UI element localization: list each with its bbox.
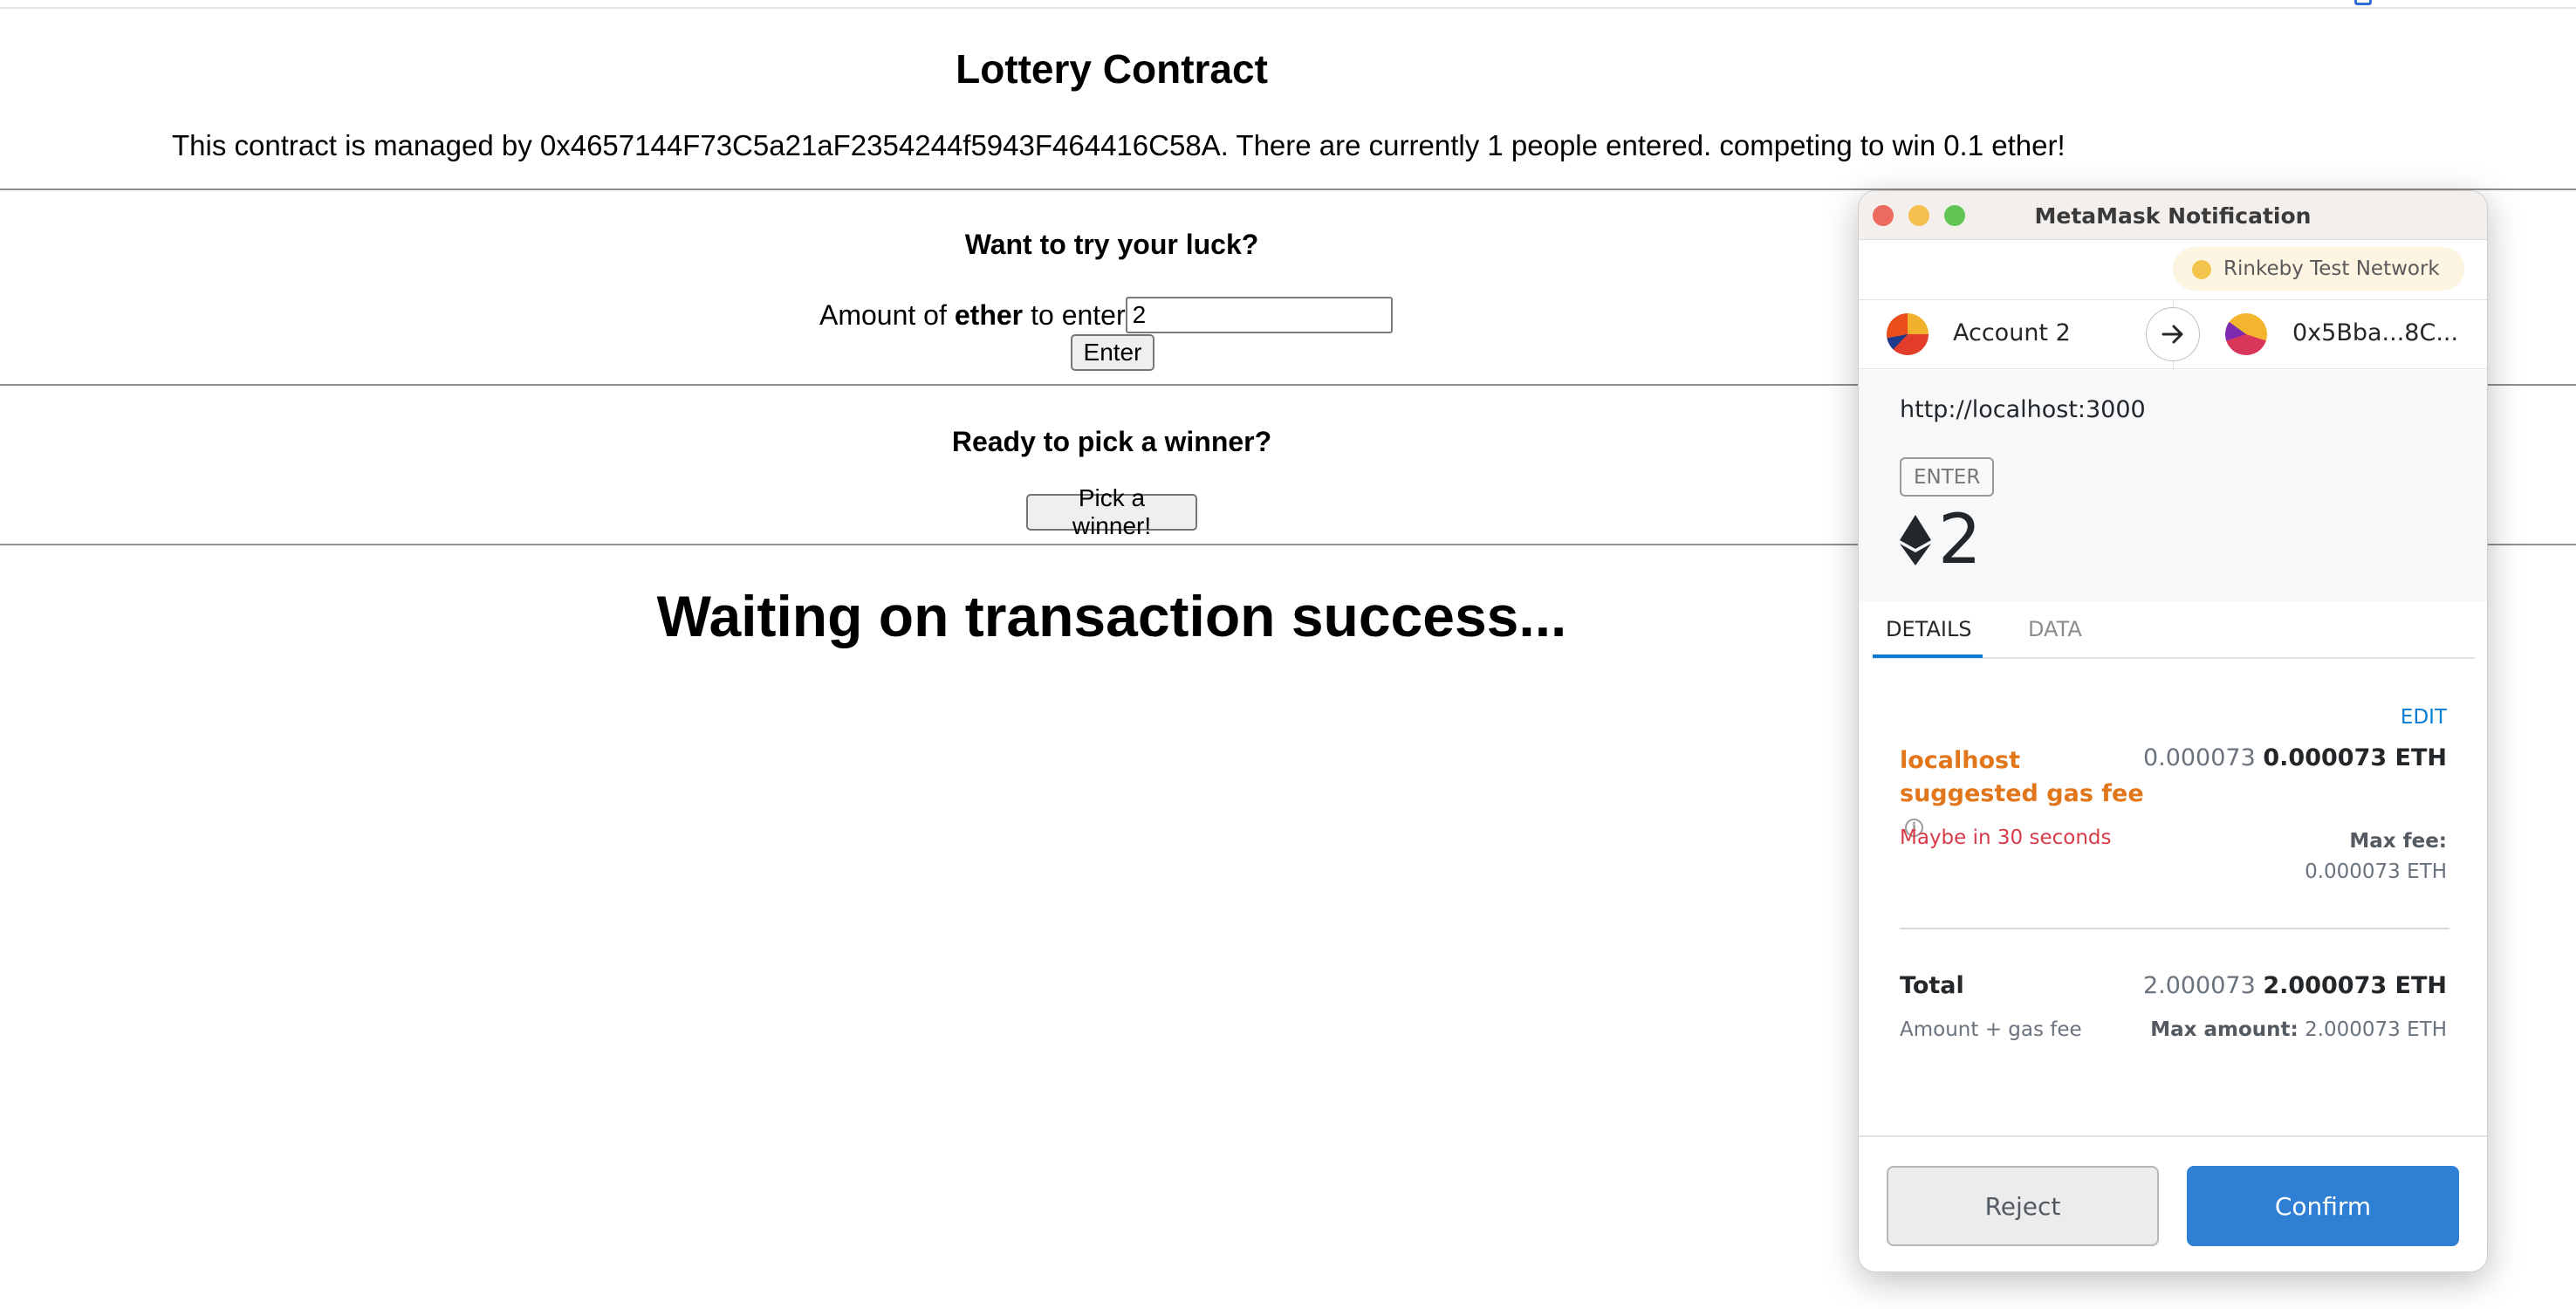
gas-fee-primary: 0.000073 ETH [2263,744,2447,771]
sender-avatar [1887,313,1929,355]
page-title: Lottery Contract [956,46,1268,92]
total-primary: 2.000073 ETH [2263,972,2447,999]
max-fee-value: 0.000073 ETH [2305,860,2447,883]
contract-info-text: This contract is managed by 0x4657144F73… [172,129,2066,161]
transaction-amount: 2 [1900,501,1982,579]
tab-data[interactable]: DATA [2028,617,2082,641]
total-values: 2.000073 2.000073 ETH [2143,972,2447,999]
network-name: Rinkeby Test Network [2223,257,2440,280]
ethereum-icon [1900,515,1931,565]
metamask-notification-window: MetaMask Notification Rinkeby Test Netwo… [1858,190,2488,1272]
method-badge: ENTER [1900,457,1995,497]
enter-button[interactable]: Enter [1071,334,1154,371]
network-indicator[interactable]: Rinkeby Test Network [2173,247,2464,291]
ether-amount-input[interactable] [1125,297,1393,333]
total-label: Total [1900,972,1964,999]
sender-account-name[interactable]: Account 2 [1953,319,2071,346]
gas-fee-values: 0.000073 0.000073 ETH [2143,744,2447,771]
action-footer: Reject Confirm [1859,1135,2487,1271]
ether-amount-label-bold: ether [954,298,1024,331]
details-tabs: DETAILS DATA [1873,601,2475,659]
ether-amount-row: Amount of ether to enter [819,297,1393,333]
max-fee: Max fee: 0.000073 ETH [2305,826,2447,888]
max-amount: Max amount: 2.000073 ETH [2150,1018,2447,1041]
pick-winner-button[interactable]: Pick a winner! [1026,484,1197,539]
network-status-dot [2192,260,2211,279]
amount-value: 2 [1938,501,1982,579]
active-tab-indicator [1873,654,1983,658]
recipient-address[interactable]: 0x5Bba...8C... [2292,319,2458,346]
gas-timing-estimate: Maybe in 30 seconds [1900,826,2112,849]
confirm-button[interactable]: Confirm [2187,1166,2459,1246]
tab-details[interactable]: DETAILS [1886,617,1972,641]
edit-gas-link[interactable]: EDIT [2401,706,2447,729]
total-subtitle: Amount + gas fee [1900,1018,2082,1041]
ether-amount-label-prefix: Amount of [819,298,947,331]
transaction-summary-panel: http://localhost:3000 ENTER 2 [1859,370,2487,601]
recipient-avatar [2225,313,2267,355]
sender-recipient-bar: Account 2 0x5Bba...8C... [1859,299,2487,370]
window-title: MetaMask Notification [2034,203,2312,229]
window-titlebar: MetaMask Notification [1859,191,2487,240]
max-amount-label: Max amount: [2150,1018,2299,1041]
arrow-right-icon [2146,307,2200,361]
max-fee-label: Max fee: [2349,830,2447,853]
transaction-origin: http://localhost:3000 [1900,396,2146,423]
divider [1900,928,2449,929]
total-secondary: 2.000073 [2142,972,2256,999]
browser-top-strip [0,0,2576,9]
ether-amount-label-suffix: to enter [1031,298,1126,331]
max-amount-value: 2.000073 ETH [2305,1018,2447,1041]
reject-button[interactable]: Reject [1887,1166,2159,1246]
gas-fee-secondary: 0.000073 [2142,744,2256,771]
extension-icon[interactable] [2354,0,2372,5]
gas-fee-label-text: localhost suggested gas fee [1900,747,2144,807]
